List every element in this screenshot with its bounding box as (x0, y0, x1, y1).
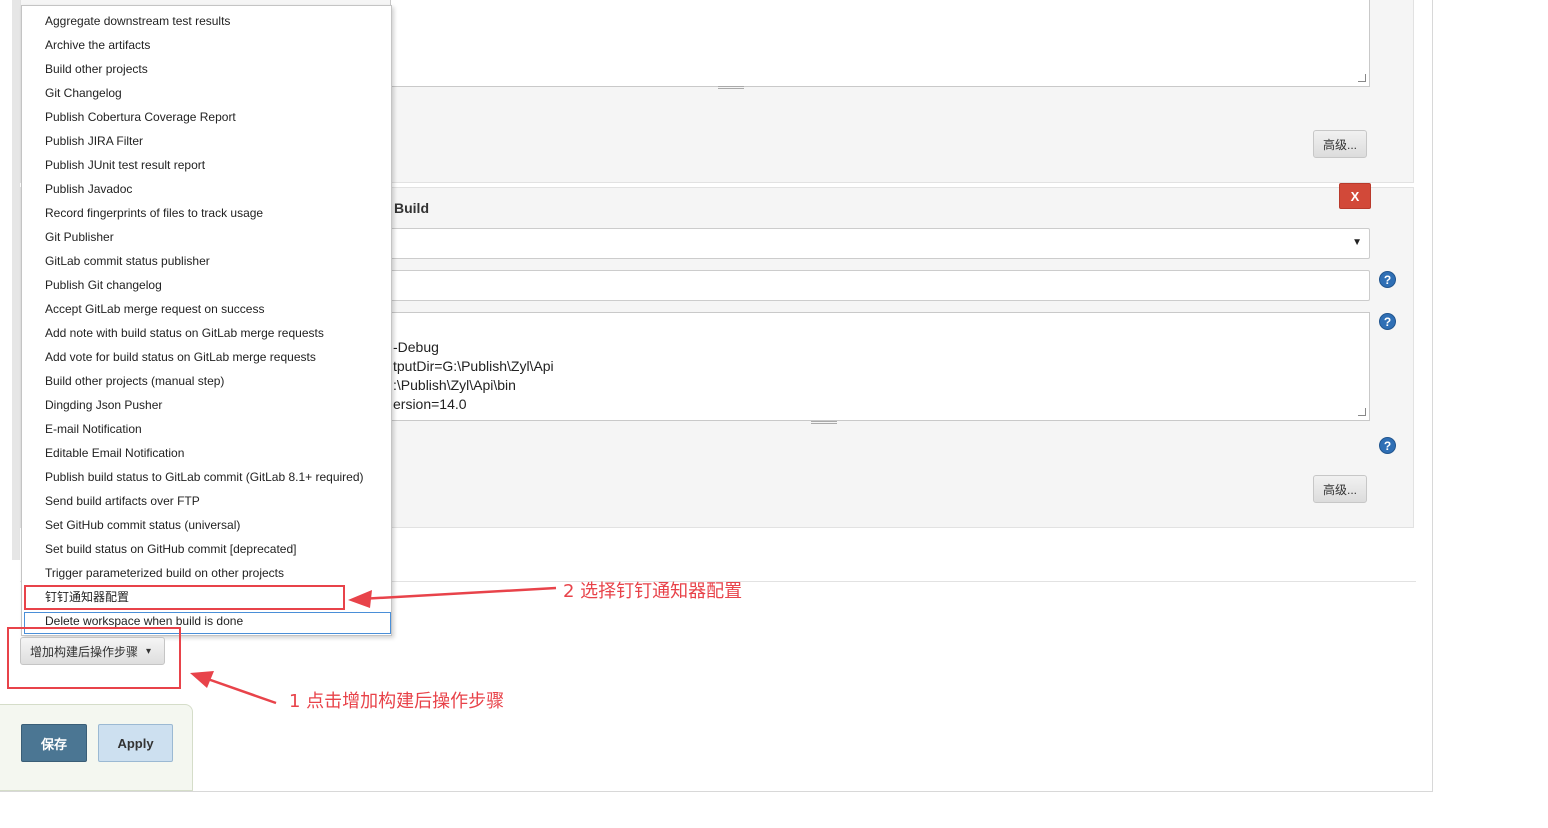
arrow-head (190, 671, 214, 688)
annotation-step2: 2 选择钉钉通知器配置 (563, 581, 743, 602)
arrow-to-add-button (201, 675, 277, 705)
save-button[interactable]: 保存 (21, 724, 87, 762)
arrow-head (348, 590, 372, 608)
arrow-to-menu-item (359, 586, 557, 601)
annotation-arrows (190, 586, 557, 705)
apply-button[interactable]: Apply (98, 724, 173, 762)
annotation-step1: 1 点击增加构建后操作步骤 (289, 691, 505, 712)
